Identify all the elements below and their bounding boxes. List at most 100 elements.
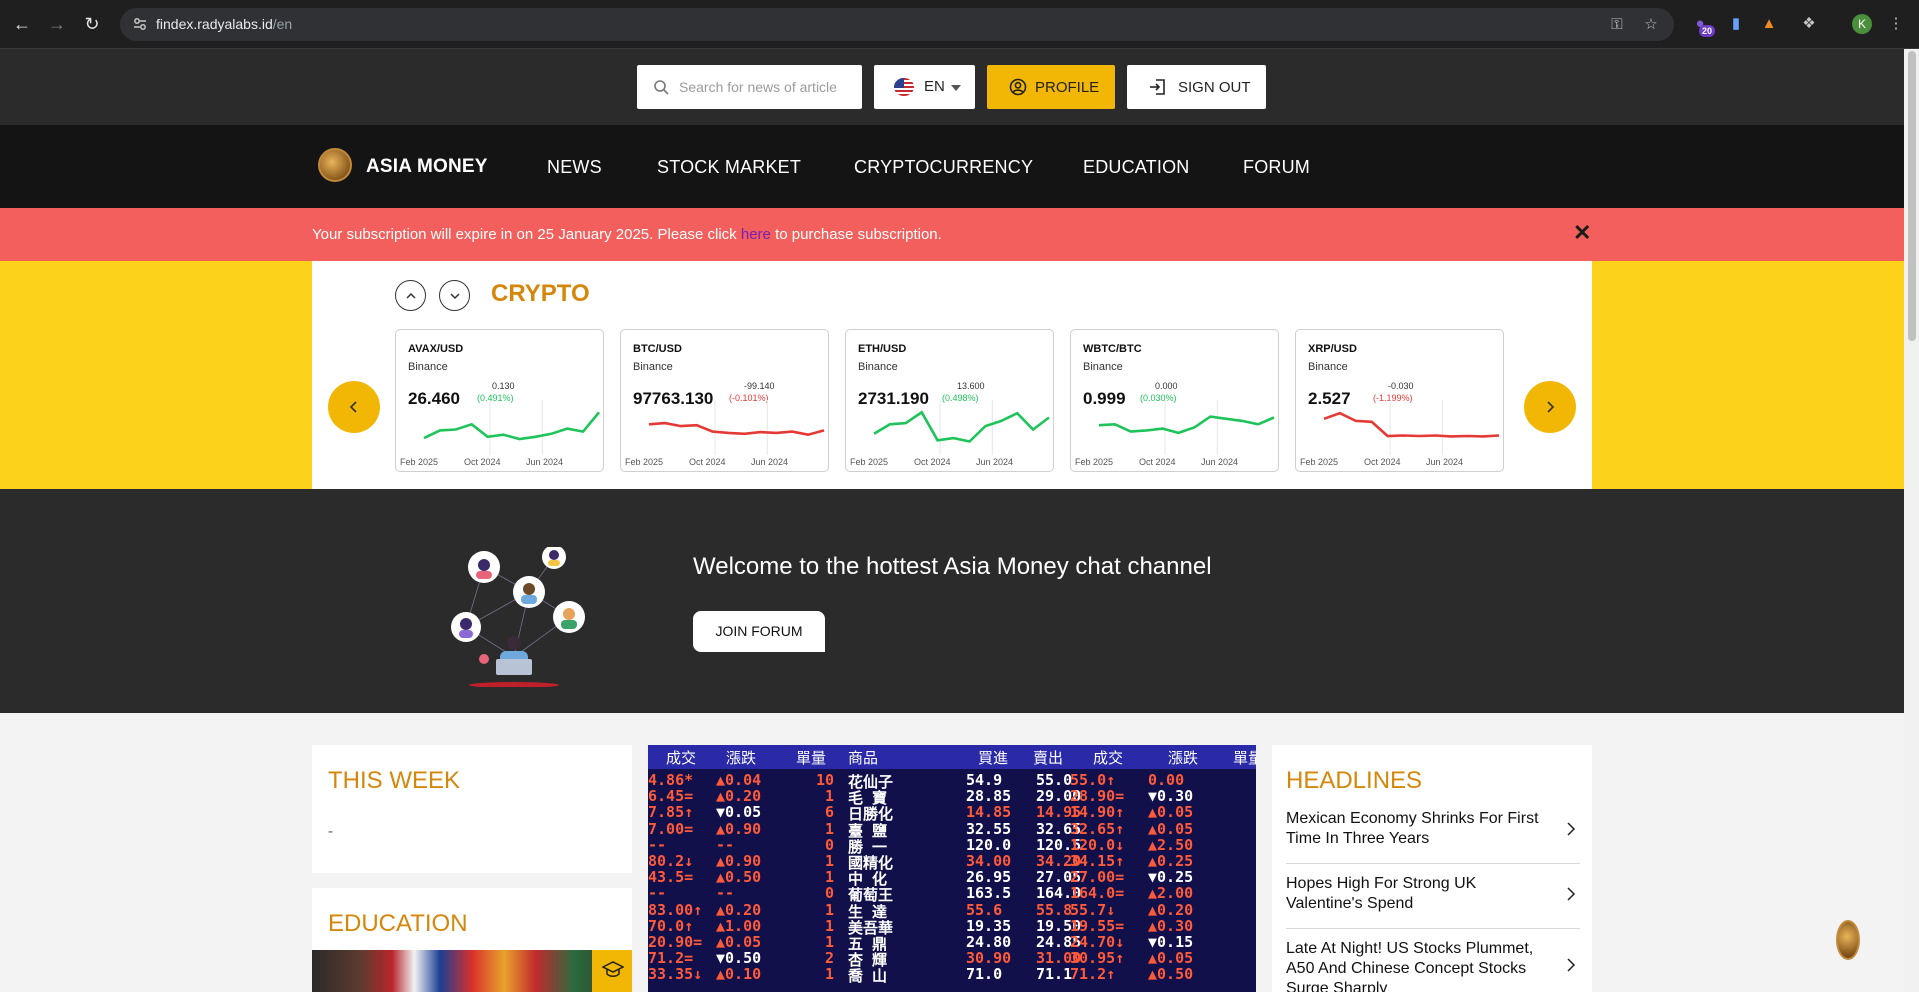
url-host: findex.radyalabs.id xyxy=(156,16,273,32)
crypto-change: -99.140 xyxy=(744,381,775,391)
crypto-card[interactable]: XRP/USD Binance 2.527 -0.030 (-1.199%) Feb 20… xyxy=(1295,329,1504,472)
forum-banner: Welcome to the hottest Asia Money chat c… xyxy=(0,489,1904,713)
stock-board-header-cell: 商品 xyxy=(848,750,879,767)
browser-toolbar: ← → ↻ findex.radyalabs.id/en ⚿ ☆ ● 20 ▮ … xyxy=(0,0,1919,49)
education-title: EDUCATION xyxy=(328,910,468,937)
graduation-cap-icon xyxy=(602,961,624,977)
headline-text: Late At Night! US Stocks Plummet, A50 An… xyxy=(1286,940,1534,992)
nav-cryptocurrency[interactable]: CRYPTOCURRENCY xyxy=(854,157,1033,178)
sparkline-chart xyxy=(1323,400,1500,455)
education-badge xyxy=(592,950,632,992)
sparkline-series xyxy=(1323,411,1500,438)
stock-board-cell: 1 xyxy=(824,965,834,984)
crypto-exchange: Binance xyxy=(1308,361,1348,373)
headlines-title: HEADLINES xyxy=(1286,767,1423,794)
scrollbar-thumb[interactable] xyxy=(1908,51,1916,341)
crypto-change: -0.030 xyxy=(1388,381,1414,391)
crypto-card[interactable]: BTC/USD Binance 97763.130 -99.140 (-0.101%) F… xyxy=(620,329,829,472)
forward-icon[interactable]: → xyxy=(47,14,67,34)
stock-board-row: 70.0↑ ▲1.00 1 美吾華 19.35 19.50 19.55= ▲0.30 xyxy=(648,917,1256,937)
crypto-change: 0.130 xyxy=(492,381,515,391)
chevron-down-button[interactable] xyxy=(439,280,470,311)
stock-board-header-cell: 漲跌 xyxy=(1168,750,1199,767)
crypto-exchange: Binance xyxy=(858,361,898,373)
address-bar[interactable]: findex.radyalabs.id/en ⚿ ☆ xyxy=(120,8,1674,41)
nav-stock-market[interactable]: STOCK MARKET xyxy=(657,157,801,178)
top-utility-bar: EN PROFILE SIGN OUT xyxy=(0,49,1904,125)
docs-extension-icon[interactable]: ▮ xyxy=(1726,14,1746,34)
sparkline-series xyxy=(648,421,825,437)
headline-item[interactable]: Late At Night! US Stocks Plummet, A50 An… xyxy=(1286,939,1580,992)
search-input[interactable] xyxy=(679,75,854,99)
stock-board-cell: 71.2↑ xyxy=(1070,965,1116,984)
headline-item[interactable]: Hopes High For Strong UK Valentine's Spe… xyxy=(1286,874,1580,929)
carousel-prev-button[interactable] xyxy=(328,381,380,433)
sparkline-chart xyxy=(648,400,825,455)
sign-out-button[interactable]: SIGN OUT xyxy=(1127,65,1266,109)
profile-label: PROFILE xyxy=(1035,79,1100,96)
stock-board-row: -- -- 0 勝 一 120.0 120.5 120.0↓ ▲2.50 xyxy=(648,836,1256,856)
crypto-card[interactable]: WBTC/BTC Binance 0.999 0.000 (0.030%) Feb 202… xyxy=(1070,329,1279,472)
nav-news[interactable]: NEWS xyxy=(547,157,602,178)
back-icon[interactable]: ← xyxy=(12,14,32,34)
chevron-right-icon xyxy=(1547,401,1555,413)
stock-board-row: 7.85↑ ▼0.05 6 日勝化 14.85 14.95 14.90↑ ▲0.05 xyxy=(648,803,1256,823)
headlines-card: HEADLINES Mexican Economy Shrinks For Fi… xyxy=(1272,745,1592,992)
sparkline-series xyxy=(423,411,601,441)
menu-dots-icon[interactable]: ⋮ xyxy=(1886,14,1906,34)
stock-board-row: 33.35↓ ▲0.10 1 喬 山 71.0 71.1 71.2↑ ▲0.50 xyxy=(648,965,1256,985)
stock-board-row: 83.00↑ ▲0.20 1 生 達 55.6 55.8 55.7↓ ▲0.20 xyxy=(648,901,1256,921)
extensions-puzzle-icon[interactable]: ❖ xyxy=(1799,14,1819,34)
this-week-title: THIS WEEK xyxy=(328,767,461,794)
search-box[interactable] xyxy=(637,65,862,109)
sparkline-axis-label: Feb 2025 xyxy=(1075,457,1114,467)
reload-icon[interactable]: ↻ xyxy=(82,14,102,34)
profile-button[interactable]: PROFILE xyxy=(987,65,1115,109)
carousel-next-button[interactable] xyxy=(1524,381,1576,433)
chevron-right-icon xyxy=(1567,958,1576,972)
stock-board-row: -- -- 0 葡萄王 163.5 164.0 164.0= ▲2.00 xyxy=(648,884,1256,904)
crypto-card[interactable]: AVAX/USD Binance 26.460 0.130 (0.491%) Feb 20… xyxy=(395,329,604,472)
chevron-down-icon xyxy=(951,85,961,91)
site-info-icon[interactable] xyxy=(132,16,148,32)
stock-board-cell: ▲0.50 xyxy=(1148,965,1194,984)
this-week-value: - xyxy=(328,823,333,840)
nav-forum[interactable]: FORUM xyxy=(1243,157,1310,178)
stock-board-cell: 71.0 xyxy=(966,965,1003,984)
chevron-up-button[interactable] xyxy=(395,280,426,311)
page-scrollbar[interactable] xyxy=(1904,49,1919,992)
asia-money-logo[interactable] xyxy=(318,148,352,182)
search-icon xyxy=(654,80,669,95)
alert-text-tail: to purchase subscription. xyxy=(775,226,942,243)
stock-board-row: 7.00= ▲0.90 1 臺 鹽 32.55 32.65 32.65↑ ▲0.05 xyxy=(648,820,1256,840)
stock-board-image[interactable]: 成交 漲跌 單量 商品 買進 賣出 成交 漲跌 單量 4.86* ▲0.04 10 花仙子 54.9 55… xyxy=(648,745,1256,992)
sign-out-label: SIGN OUT xyxy=(1178,79,1251,96)
us-flag-icon xyxy=(894,78,914,96)
stock-board-cell: 33.35↓ xyxy=(648,965,703,984)
alert-message: Your subscription will expire in on 25 J… xyxy=(312,226,942,243)
close-icon[interactable]: ✕ xyxy=(1573,222,1591,244)
floating-logo-button[interactable] xyxy=(1836,920,1860,960)
sparkline-axis-label: Jun 2024 xyxy=(1201,457,1239,467)
headline-item[interactable]: Mexican Economy Shrinks For First Time I… xyxy=(1286,809,1580,864)
purchase-link[interactable]: here xyxy=(741,226,771,243)
metamask-icon[interactable]: ▲ xyxy=(1759,14,1779,34)
education-thumbnail[interactable] xyxy=(312,950,632,992)
nav-education[interactable]: EDUCATION xyxy=(1083,157,1189,178)
headline-text: Mexican Economy Shrinks For First Time I… xyxy=(1286,810,1539,847)
language-code: EN xyxy=(924,78,945,95)
sparkline-axis-label: Jun 2024 xyxy=(1426,457,1464,467)
stock-board-row: 43.5= ▲0.50 1 中 化 26.95 27.05 27.00= ▼0.25 xyxy=(648,868,1256,888)
stock-board-cell: ▲0.10 xyxy=(716,965,762,984)
sparkline-axis-label: Jun 2024 xyxy=(526,457,564,467)
profile-avatar[interactable]: K xyxy=(1852,14,1872,34)
language-select[interactable]: EN xyxy=(874,65,975,109)
chevron-down-icon xyxy=(450,293,460,300)
crypto-card[interactable]: ETH/USD Binance 2731.190 13.600 (0.498%) Feb … xyxy=(845,329,1054,472)
sparkline-chart xyxy=(873,400,1050,455)
password-key-icon[interactable]: ⚿ xyxy=(1608,16,1626,34)
stock-board-row: 80.2↓ ▲0.90 1 國精化 34.00 34.20 34.15↑ ▲0.25 xyxy=(648,852,1256,872)
join-forum-button[interactable]: JOIN FORUM xyxy=(693,611,825,652)
brand-name[interactable]: ASIA MONEY xyxy=(366,156,488,178)
bookmark-star-icon[interactable]: ☆ xyxy=(1642,16,1660,34)
